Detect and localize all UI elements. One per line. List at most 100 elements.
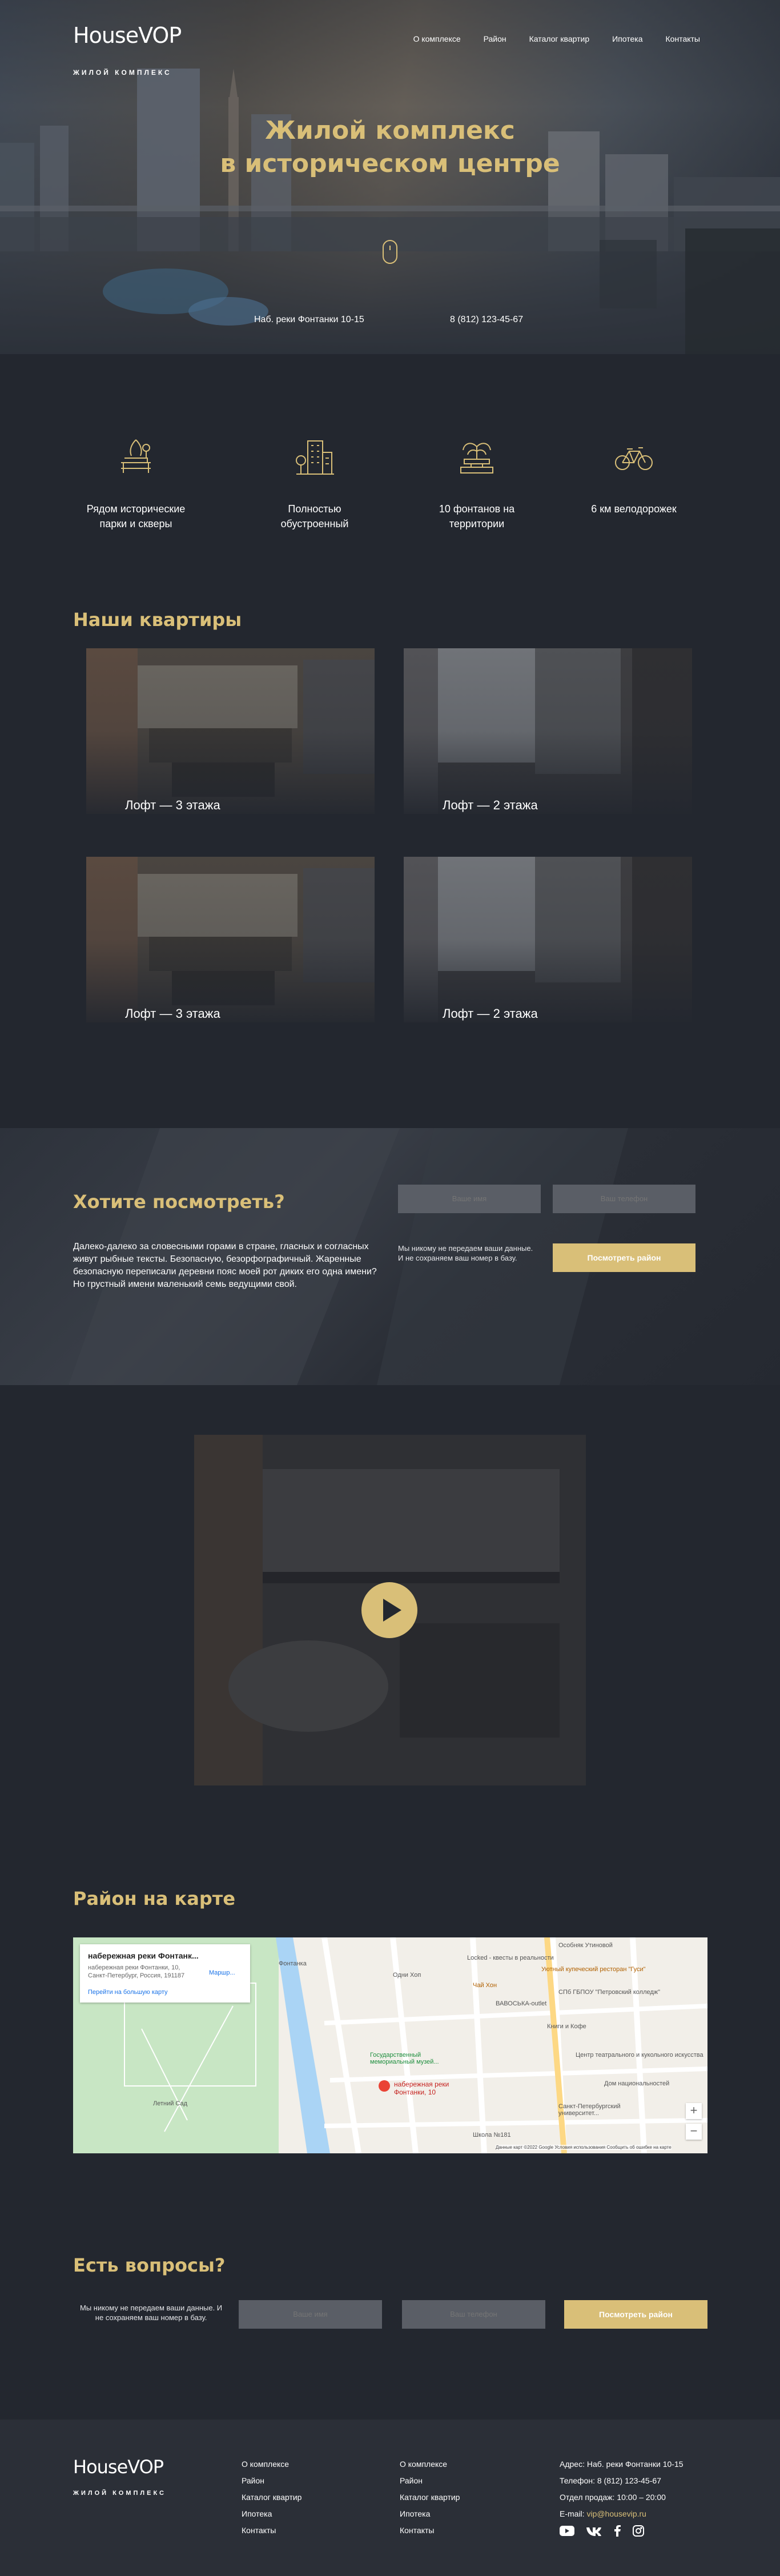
apartments-title: Наши квартиры: [73, 609, 242, 631]
apartment-card[interactable]: Лофт — 3 этажа: [86, 648, 375, 814]
apartment-caption: Лофт — 3 этажа: [125, 1006, 220, 1021]
apartment-shade: [86, 648, 375, 814]
feature-fountains: 10 фонтанов на территории: [414, 434, 540, 531]
hero-title-line1: Жилой комплекс: [265, 116, 515, 145]
map-label-spbu: Санкт-Петербургский университет...: [558, 2103, 621, 2117]
main-nav: О комплексе Район Каталог квартир Ипотек…: [413, 34, 700, 43]
cta-privacy-note: Мы никому не передаем ваши данные. И не …: [398, 1243, 533, 1263]
footer-link-catalog[interactable]: Каталог квартир: [242, 2489, 301, 2506]
apartment-caption: Лофт — 2 этажа: [443, 1006, 538, 1021]
footer-email-link[interactable]: vip@housevip.ru: [586, 2509, 646, 2518]
questions-title: Есть вопросы?: [73, 2254, 226, 2276]
video-player[interactable]: [194, 1435, 586, 1785]
hero-title-line2: в историческом центре: [220, 149, 560, 178]
map-label-spbu-line1: Санкт-Петербургский: [558, 2103, 621, 2110]
questions-phone-input[interactable]: [402, 2300, 545, 2329]
footer-link-contacts[interactable]: Контакты: [400, 2522, 460, 2539]
map-pin-label-line2: Фонтанки, 10: [394, 2088, 436, 2096]
apartment-card[interactable]: Лофт — 3 этажа: [86, 857, 375, 1022]
footer-link-district[interactable]: Район: [242, 2473, 301, 2489]
map-label-gusi: Уютный купеческий ресторан "Гуси": [541, 1966, 646, 1973]
logo-tagline: ЖИЛОЙ КОМПЛЕКС: [73, 69, 172, 77]
vk-icon[interactable]: [586, 2525, 602, 2539]
footer-email-label: E-mail:: [560, 2509, 585, 2518]
footer-contacts: Адрес: Наб. реки Фонтанки 10-15 Телефон:…: [560, 2456, 683, 2522]
google-map[interactable]: набережная реки Фонтанк... набережная ре…: [73, 1937, 707, 2153]
map-label-knigi: Книги и Кофе: [547, 2023, 586, 2030]
cta-name-input[interactable]: [398, 1185, 541, 1213]
apartment-shade: [404, 648, 692, 814]
map-open-large-link[interactable]: Перейти на большую карту: [88, 1989, 168, 1996]
buildings-icon: [296, 440, 334, 475]
apartment-caption: Лофт — 3 этажа: [125, 798, 220, 812]
nav-district[interactable]: Район: [484, 34, 506, 43]
scroll-mouse-icon[interactable]: [383, 240, 397, 264]
footer-hours: Отдел продаж: 10:00 – 20:00: [560, 2493, 666, 2502]
footer-link-mortgage[interactable]: Ипотека: [400, 2506, 460, 2522]
footer-phone[interactable]: Телефон: 8 (812) 123-45-67: [560, 2473, 683, 2489]
feature-furnished: Полностью обустроенный: [252, 434, 377, 531]
map-zoom-in-button[interactable]: +: [686, 2103, 702, 2119]
cta-description: Далеко-далеко за словесными горами в стр…: [73, 1242, 377, 1289]
footer-link-contacts[interactable]: Контакты: [242, 2522, 301, 2539]
questions-privacy-line2: не сохраняем ваш номер в базу.: [95, 2313, 207, 2322]
footer-link-catalog[interactable]: Каталог квартир: [400, 2489, 460, 2506]
site-logo[interactable]: HouseVOP: [73, 23, 182, 48]
hero-address: Наб. реки Фонтанки 10-15: [254, 315, 364, 324]
footer-link-about[interactable]: О комплексе: [400, 2456, 460, 2473]
map-copyright: Данные карт ©2022 Google Условия использ…: [496, 2145, 672, 2150]
map-label-chai-khon: Чай Хон: [473, 1982, 497, 1989]
map-label-vavoska: ВАВОСЬКА-outlet: [496, 2000, 547, 2007]
feature-fountains-line1: 10 фонтанов на: [439, 503, 515, 515]
map-zoom-out-button[interactable]: −: [686, 2124, 702, 2140]
fountain-icon: [460, 443, 493, 474]
footer-logo[interactable]: HouseVOP: [73, 2456, 164, 2478]
apartment-card[interactable]: Лофт — 2 этажа: [404, 648, 692, 814]
cta-title: Хотите посмотреть?: [73, 1191, 285, 1213]
map-label-shkola: Школа №181: [473, 2132, 511, 2138]
apartment-shade: [86, 857, 375, 1022]
footer-email-row: E-mail: vip@housevip.ru: [560, 2506, 683, 2522]
apartment-card[interactable]: Лофт — 2 этажа: [404, 857, 692, 1022]
map-route-link[interactable]: Маршр...: [209, 1969, 235, 1976]
map-place-card: набережная реки Фонтанк... набережная ре…: [80, 1944, 250, 2003]
youtube-icon[interactable]: [560, 2525, 574, 2539]
hero-title: Жилой комплекс в историческом центре: [0, 114, 780, 180]
facebook-icon[interactable]: [613, 2525, 621, 2539]
feature-fountains-line2: территории: [449, 518, 505, 529]
questions-name-input[interactable]: [239, 2300, 382, 2329]
apartment-shade: [404, 857, 692, 1022]
cta-submit-button[interactable]: Посмотреть район: [553, 1243, 695, 1272]
map-label-museum-line2: мемориальный музей...: [370, 2059, 439, 2065]
rooftop-terrace-image: [0, 206, 780, 354]
nav-contacts[interactable]: Контакты: [666, 34, 700, 43]
feature-parks-line1: Рядом исторические: [86, 503, 186, 515]
feature-parks: Рядом исторические парки и скверы: [73, 434, 199, 531]
footer-link-district[interactable]: Район: [400, 2473, 460, 2489]
feature-bike: 6 км велодорожек: [571, 434, 697, 516]
map-label-fontanka: Фонтанка: [279, 1960, 307, 1967]
hero-phone[interactable]: 8 (812) 123-45-67: [450, 315, 523, 325]
cta-privacy-line2: И не сохраняем ваш номер в базу.: [398, 1254, 517, 1262]
nav-about[interactable]: О комплексе: [413, 34, 461, 43]
questions-submit-button[interactable]: Посмотреть район: [564, 2300, 707, 2329]
map-label-locked: Locked - квесты в реальности: [467, 1955, 554, 1961]
footer-link-about[interactable]: О комплексе: [242, 2456, 301, 2473]
play-button-icon[interactable]: [361, 1582, 417, 1638]
map-label-osobnyak: Особняк Утиновой: [558, 1942, 613, 1949]
map-label-museum: Государственный мемориальный музей...: [370, 2052, 439, 2065]
footer-link-mortgage[interactable]: Ипотека: [242, 2506, 301, 2522]
map-label-museum-line1: Государственный: [370, 2052, 421, 2059]
footer-nav-col2: О комплексе Район Каталог квартир Ипотек…: [400, 2456, 460, 2539]
map-label-dom: Дом национальностей: [604, 2080, 670, 2087]
map-label-teatr: Центр театрального и кукольного искусств…: [576, 2052, 703, 2059]
footer-address: Адрес: Наб. реки Фонтанки 10-15: [560, 2459, 683, 2469]
nav-mortgage[interactable]: Ипотека: [612, 34, 642, 43]
map-pin-label: набережная реки Фонтанки, 10: [394, 2080, 449, 2096]
map-card-address-line1: набережная реки Фонтанки, 10,: [88, 1964, 180, 1971]
questions-privacy-note: Мы никому не передаем ваши данные. И не …: [80, 2303, 222, 2322]
nav-catalog[interactable]: Каталог квартир: [529, 34, 589, 43]
map-label-summer-garden: Летний Сад: [153, 2100, 188, 2107]
instagram-icon[interactable]: [633, 2525, 644, 2539]
cta-phone-input[interactable]: [553, 1185, 695, 1213]
